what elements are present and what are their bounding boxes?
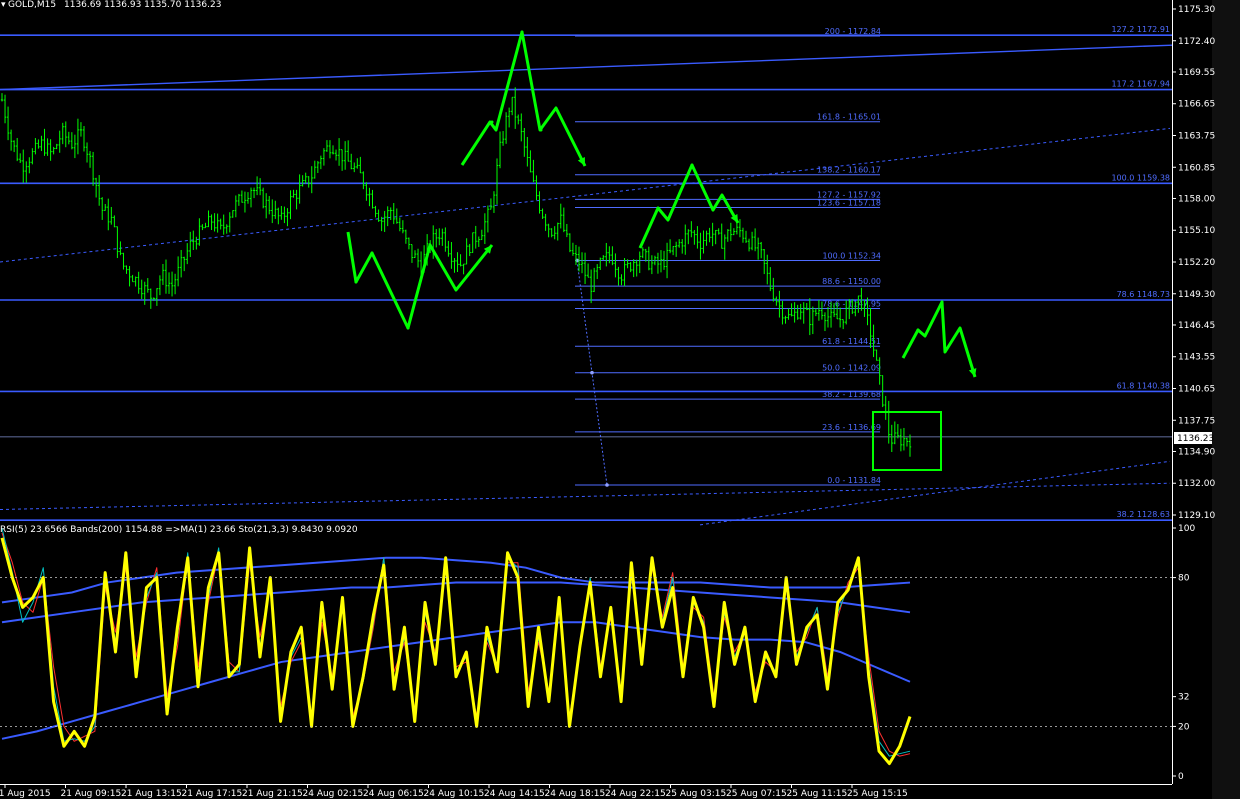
price-tick-label: 1146.45 [1178,321,1215,331]
arrow-vertex [690,163,694,167]
time-tick-label: 25 Aug 07:15 [726,789,787,799]
price-tick-label: 1155.10 [1178,226,1215,236]
arrow-vertex [940,300,944,304]
fibo-level-label: 50.0 - 1142.09 [822,364,881,373]
symbol-label: GOLD,M15 [8,0,56,10]
indicator-header: RSI(5) 23.6566 Bands(200) 1154.88 =>MA(1… [0,525,358,535]
fibo-level-label: 200 - 1172.84 [825,27,881,36]
price-tick-label: 1143.55 [1178,353,1215,363]
indicator-tick-label: 20 [1178,722,1190,732]
price-tick-label: 1172.40 [1178,37,1215,47]
fibo-anchor-point [590,370,594,375]
chart-dropdown-icon[interactable]: ▾ [1,0,6,10]
trend-line [0,44,1173,91]
horizontal-level-label: 38.2 1128.63 [1117,510,1170,519]
fibo-levels: 200 - 1172.84 161.8 - 1165.01 138.2 - 1160… [575,27,881,487]
fibo-level-label: 61.8 - 1144.51 [822,337,881,346]
arrow-vertex [406,326,410,330]
arrow-vertex [428,243,432,247]
pattern-arrows [346,30,977,378]
price-tick-label: 1158.00 [1178,194,1215,204]
stochastic-main-line [1,527,911,757]
price-bars [0,87,912,457]
price-tick-label: 1132.00 [1178,479,1215,489]
time-tick-label: 24 Aug 14:15 [484,789,545,799]
horizontal-level-label: 117.2 1167.94 [1111,80,1170,89]
indicator-panel [0,527,912,766]
stochastic-signal-line [1,532,911,757]
bollinger-band-lower [1,621,911,740]
trend-line [0,482,1171,511]
fibo-level-label: 88.6 - 1150.00 [822,277,881,286]
price-tick-label: 1140.65 [1178,385,1215,395]
indicator-tick-label: 0 [1178,772,1184,782]
price-tick-label: 1149.30 [1178,290,1215,300]
horizontal-level-label: 61.8 1140.38 [1117,381,1170,390]
projection-arrow [901,300,977,378]
price-tick-label: 1175.30 [1178,5,1215,15]
axes: 1175.30 1172.40 1169.55 1166.65 1163.75 1160.… [0,5,1215,799]
time-tick-label: 24 Aug 18:15 [545,789,606,799]
chart-canvas[interactable]: 127.2 1172.91 117.2 1167.94 100.0 1159.38 7… [0,0,1240,799]
horizontal-level-label: 100.0 1159.38 [1111,173,1170,182]
trend-lines [0,44,1173,526]
time-tick-label: 21 Aug 09:15 [61,789,122,799]
time-tick-label: 24 Aug 06:15 [363,789,424,799]
price-tick-label: 1166.65 [1178,100,1215,110]
indicator-tick-label: 80 [1178,574,1190,584]
arrow-vertex [539,128,543,132]
arrow-vertex [490,120,494,124]
mid-pattern-arrow [638,163,740,249]
trading-chart-window[interactable]: 127.2 1172.91 117.2 1167.94 100.0 1159.38 7… [0,0,1240,799]
time-tick-label: 21 Aug 21:15 [242,789,303,799]
fibo-anchor-point [605,483,609,487]
fibo-level-label: 138.2 - 1160.17 [817,166,881,175]
fibo-level-label: 123.6 - 1157.18 [817,198,881,207]
right-dark-strip [1212,0,1240,799]
price-tick-label: 1163.75 [1178,132,1215,142]
indicator-tick-label: 100 [1178,524,1195,534]
current-price-label: 1136.23 [1177,434,1214,444]
fibo-level-label: 0.0 - 1131.84 [827,476,881,485]
arrow-vertex [916,328,920,332]
price-tick-label: 1152.20 [1178,258,1215,268]
bollinger-band-upper [1,556,911,604]
head-shoulders-arrow [346,231,494,330]
fibo-level-label: 100.0 1152.34 [822,251,881,260]
fibo-level-label: 38.2 - 1139.68 [822,390,881,399]
horizontal-levels: 127.2 1172.91 117.2 1167.94 100.0 1159.38 7… [0,25,1172,521]
arrow-vertex [354,280,358,284]
price-tick-label: 1137.75 [1178,416,1215,426]
trend-line [0,127,1171,263]
arrow-vertex [520,30,524,34]
arrow-vertex [370,251,374,255]
peak-arrow [460,30,587,167]
time-tick-label: 24 Aug 10:15 [424,789,485,799]
horizontal-level-label: 127.2 1172.91 [1111,25,1170,34]
price-tick-label: 1134.90 [1178,447,1215,457]
time-tick-label: 25 Aug 11:15 [787,789,848,799]
time-tick-label: 24 Aug 02:15 [303,789,364,799]
price-tick-label: 1129.10 [1178,511,1215,521]
time-tick-label: 25 Aug 15:15 [847,789,908,799]
indicator-tick-label: 32 [1178,693,1189,703]
price-tick-label: 1160.85 [1178,163,1215,173]
time-tick-label: 21 Aug 17:15 [182,789,243,799]
horizontal-level-label: 78.6 1148.73 [1117,290,1170,299]
price-tick-label: 1169.55 [1178,68,1215,78]
arrow-vertex [656,206,660,210]
fibo-level-label: 161.8 - 1165.01 [817,113,881,122]
time-tick-label: 21 Aug 13:15 [121,789,182,799]
ohlc-label: 1136.69 1136.93 1135.70 1136.23 [64,0,221,10]
time-tick-label: 24 Aug 22:15 [605,789,666,799]
time-tick-label: 21 Aug 2015 [0,789,51,799]
time-tick-label: 25 Aug 03:15 [666,789,727,799]
rsi-line [0,537,912,766]
arrow-vertex [711,208,715,212]
